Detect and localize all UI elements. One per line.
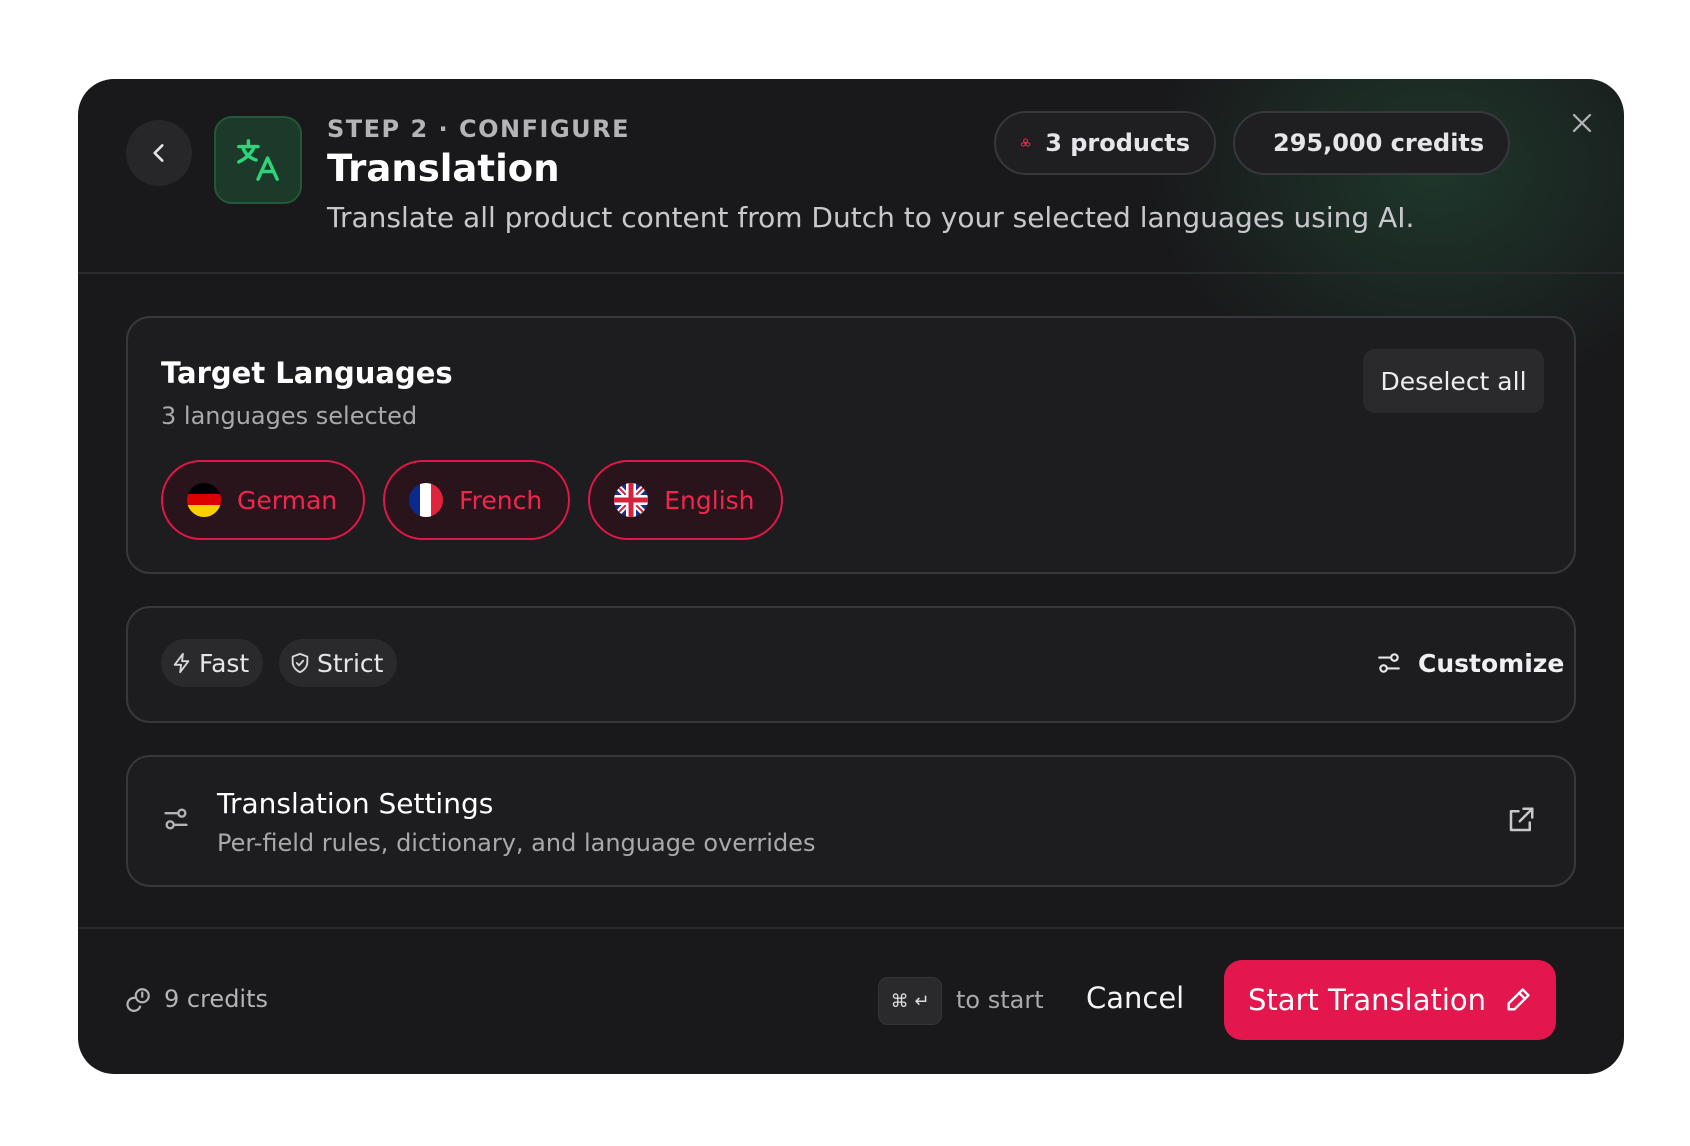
language-chip-german[interactable]: German — [161, 460, 366, 540]
translation-mode-card: Fast Strict Customize — [126, 606, 1576, 723]
start-translation-label: Start Translation — [1247, 983, 1487, 1017]
page-subtitle: Translate all product content from Dutch… — [327, 201, 1415, 234]
strict-mode-label: Strict — [317, 648, 384, 678]
estimated-cost: 9 credits — [126, 985, 268, 1013]
language-chip-label: French — [459, 485, 543, 515]
fr-flag-icon — [409, 483, 444, 517]
sliders-icon — [1378, 653, 1400, 673]
coins-icon — [126, 988, 150, 1012]
step-label: STEP 2 · CONFIGURE — [327, 115, 631, 143]
customize-button[interactable]: Customize — [1376, 638, 1564, 688]
estimated-cost-label: 9 credits — [164, 985, 269, 1013]
language-chip-french[interactable]: French — [383, 460, 571, 540]
pen-icon — [1507, 988, 1530, 1011]
modal-header: STEP 2 · CONFIGURE Translation Translate… — [78, 79, 1624, 274]
modal-footer: 9 credits ⌘ ↵ to start Cancel Start Tran… — [78, 927, 1624, 1074]
fast-mode-label: Fast — [199, 648, 250, 678]
products-count-badge[interactable]: 3 products — [994, 111, 1216, 175]
de-flag-icon — [187, 483, 221, 517]
language-chip-english[interactable]: English — [588, 460, 783, 540]
translate-icon — [214, 116, 302, 204]
target-languages-card: Target Languages 3 languages selected De… — [126, 316, 1576, 574]
gb-flag-icon — [614, 483, 649, 517]
languages-selected-count: 3 languages selected — [161, 402, 418, 430]
translation-config-modal: STEP 2 · CONFIGURE Translation Translate… — [78, 79, 1624, 1074]
fast-mode-tag[interactable]: Fast — [161, 639, 264, 687]
language-chip-list: German French English — [161, 460, 783, 540]
deselect-all-button[interactable]: Deselect all — [1363, 349, 1544, 413]
products-count-label: 3 products — [1045, 129, 1190, 157]
back-button[interactable] — [126, 120, 192, 186]
chevron-left-icon — [153, 144, 164, 162]
target-languages-title: Target Languages — [161, 356, 453, 390]
close-button[interactable] — [1564, 105, 1600, 141]
external-link-icon[interactable] — [1506, 805, 1536, 835]
language-chip-label: German — [237, 485, 338, 515]
shortcut-hint: to start — [956, 986, 1044, 1014]
close-icon — [1572, 113, 1592, 133]
customize-label: Customize — [1418, 648, 1565, 678]
sliders-icon — [164, 808, 188, 830]
shield-check-icon — [291, 652, 309, 674]
credits-balance-badge[interactable]: 295,000 credits — [1233, 111, 1510, 175]
strict-mode-tag[interactable]: Strict — [279, 639, 398, 687]
credits-balance-label: 295,000 credits — [1273, 129, 1485, 157]
start-translation-button[interactable]: Start Translation — [1224, 960, 1556, 1040]
keyboard-shortcut: ⌘ ↵ — [878, 977, 942, 1025]
boxes-icon — [1020, 138, 1031, 147]
page-title: Translation — [327, 147, 560, 190]
lightning-icon — [173, 652, 190, 674]
language-chip-label: English — [664, 485, 755, 515]
translation-settings-title: Translation Settings — [217, 787, 494, 820]
cancel-button[interactable]: Cancel — [1086, 981, 1184, 1015]
translation-settings-description: Per-field rules, dictionary, and languag… — [217, 829, 816, 857]
translation-settings-card[interactable]: Translation Settings Per-field rules, di… — [126, 755, 1576, 887]
